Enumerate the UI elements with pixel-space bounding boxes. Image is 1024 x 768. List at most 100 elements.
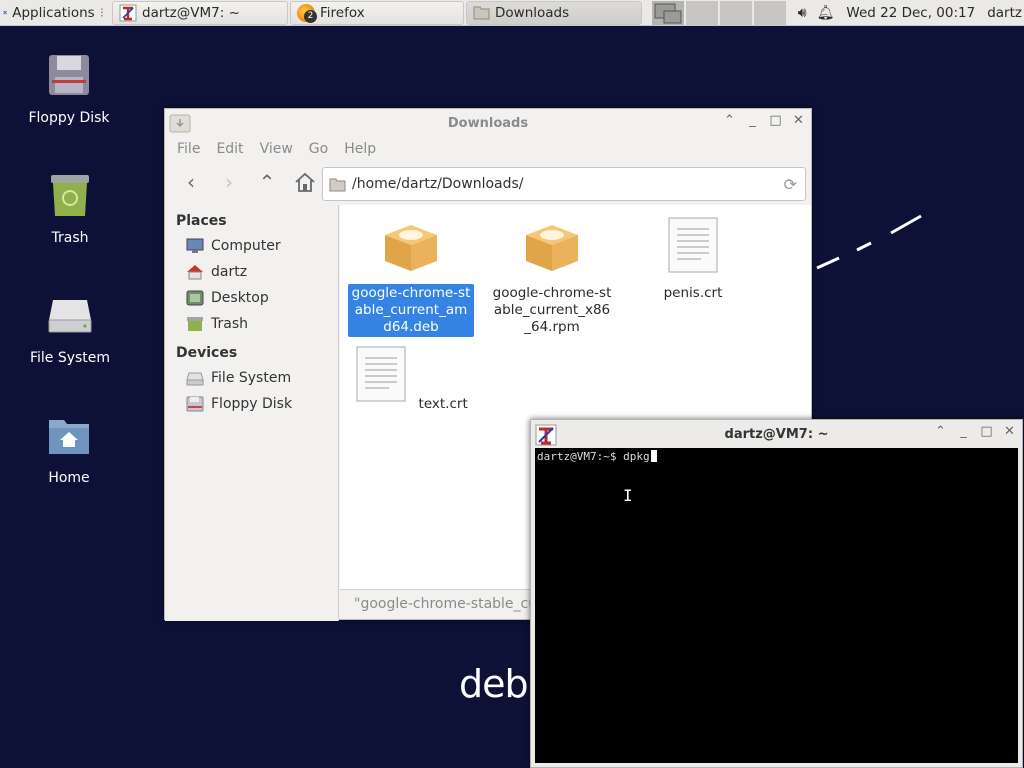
desktop-icon-label: Floppy Disk [28,110,110,126]
firefox-icon: 2 [297,3,317,23]
file-item[interactable]: penis.crt [630,217,756,303]
workspace-4[interactable] [754,0,786,25]
window-title: Downloads [447,115,529,131]
sidebar-item-dartz[interactable]: dartz [165,259,338,285]
devices-heading: Devices [176,345,238,361]
xfce-logo-icon [3,10,7,15]
folder-icon [329,178,346,191]
floppy-icon [49,55,89,95]
notification-bell-icon[interactable]: 🔔︎ [817,5,835,21]
task-terminal[interactable]: dartz@VM7: ~ [112,0,288,25]
sidebar-item-label: File System [211,370,292,386]
shade-button[interactable]: ⌃ [934,424,947,439]
floppy-icon [186,396,204,412]
menu-go[interactable]: Go [309,141,328,157]
clock[interactable]: Wed 22 Dec, 00:17 [846,5,975,21]
mouse-ibeam-cursor-icon: I [623,486,633,505]
user-menu[interactable]: dartz [987,5,1022,21]
file-item[interactable]: text.crt [348,346,474,414]
desktop-icon-file-system[interactable]: File System [15,292,125,366]
desktop-icon-home[interactable]: Home [14,412,124,486]
folder-icon [473,6,490,20]
workspace-1[interactable] [652,0,684,25]
desktop-icon-label: Trash [51,230,89,246]
menu-file[interactable]: File [177,141,200,157]
text-cursor [650,450,657,462]
window-titlebar[interactable]: dartz@VM7: ~ ⌃ _ □ ✕ [531,420,1022,448]
sidebar: Places Computer dartz Desktop Trash Devi… [165,205,339,621]
desktop-icon-floppy-disk[interactable]: Floppy Disk [14,52,124,126]
forward-button[interactable]: › [217,170,241,194]
close-button[interactable]: ✕ [792,113,805,128]
text-file-icon [356,346,406,402]
sidebar-item-desktop[interactable]: Desktop [165,285,338,311]
reload-icon[interactable]: ⟳ [784,175,797,194]
parent-folder-button[interactable]: ⌃ [255,170,279,194]
file-item[interactable]: google-chrome-stable_current_x86_64.rpm [489,217,615,337]
desktop-icon-label: Home [48,470,90,486]
sidebar-item-trash[interactable]: Trash [165,311,338,337]
minimize-button[interactable]: _ [957,424,970,439]
drive-icon [48,300,92,333]
terminal-command: dpkg [623,450,650,463]
menu-help[interactable]: Help [344,141,376,157]
drive-icon [186,372,204,386]
trash-icon [187,317,203,331]
maximize-button[interactable]: □ [769,113,782,128]
sidebar-item-label: Desktop [211,290,269,306]
location-path: /home/dartz/Downloads/ [352,176,524,192]
sidebar-item-label: Floppy Disk [211,396,293,412]
menu-view[interactable]: View [260,141,293,157]
close-button[interactable]: ✕ [1003,424,1016,439]
workspace-3[interactable] [720,0,752,25]
home-icon [187,265,203,280]
places-heading: Places [176,213,227,229]
window-titlebar[interactable]: Downloads ⌃ _ □ ✕ [165,109,811,137]
package-icon [385,225,437,271]
location-bar[interactable]: /home/dartz/Downloads/ ⟳ [322,167,806,201]
wallpaper-decoration [816,214,922,270]
home-button[interactable] [293,171,317,193]
file-name: penis.crt [663,285,723,301]
home-folder-icon [49,420,89,454]
workspace-2[interactable] [686,0,718,25]
volume-icon[interactable]: 🔊︎ [798,5,807,21]
file-name: google-chrome-stable_current_amd64.deb [348,284,474,337]
menu-edit[interactable]: Edit [216,141,243,157]
separator-icon: ⁝ [99,4,104,21]
maximize-button[interactable]: □ [980,424,993,439]
file-item[interactable]: google-chrome-stable_current_amd64.deb [348,217,474,337]
applications-menu-button[interactable]: Applications ⁝ [0,1,110,25]
trash-icon [51,175,89,216]
shade-button[interactable]: ⌃ [723,113,736,128]
workspace-preview-icon [654,3,682,23]
package-icon [526,225,578,271]
task-label: Firefox [320,4,365,21]
sidebar-item-label: Computer [211,238,281,254]
file-name: text.crt [418,396,468,412]
menubar: File Edit View Go Help [165,137,811,161]
top-panel: Applications ⁝ dartz@VM7: ~ 2 Firefox Do… [0,0,1024,26]
terminal-window: dartz@VM7: ~ ⌃ _ □ ✕ dartz@VM7:~$ dpkg I [530,419,1023,768]
task-label: dartz@VM7: ~ [142,4,240,21]
sidebar-item-label: dartz [211,264,248,280]
desktop-icon-label: File System [29,350,111,366]
terminal-prompt: dartz@VM7:~$ [537,450,624,463]
applications-label: Applications [12,4,95,21]
sidebar-item-file-system[interactable]: File System [165,365,338,391]
text-file-icon [668,217,718,273]
computer-icon [186,238,204,253]
terminal-screen[interactable]: dartz@VM7:~$ dpkg I [535,448,1018,763]
back-button[interactable]: ‹ [179,170,203,194]
window-count-badge: 2 [304,9,317,23]
terminal-icon [119,4,137,21]
sidebar-item-computer[interactable]: Computer [165,233,338,259]
minimize-button[interactable]: _ [746,113,759,128]
file-name: google-chrome-stable_current_x86_64.rpm [492,285,612,335]
desktop-icon-trash[interactable]: Trash [15,172,125,246]
sidebar-item-floppy-disk[interactable]: Floppy Disk [165,391,338,417]
desktop-icon [186,290,204,306]
sidebar-item-label: Trash [211,316,248,332]
task-firefox[interactable]: 2 Firefox [290,0,464,25]
task-downloads[interactable]: Downloads [466,0,642,25]
